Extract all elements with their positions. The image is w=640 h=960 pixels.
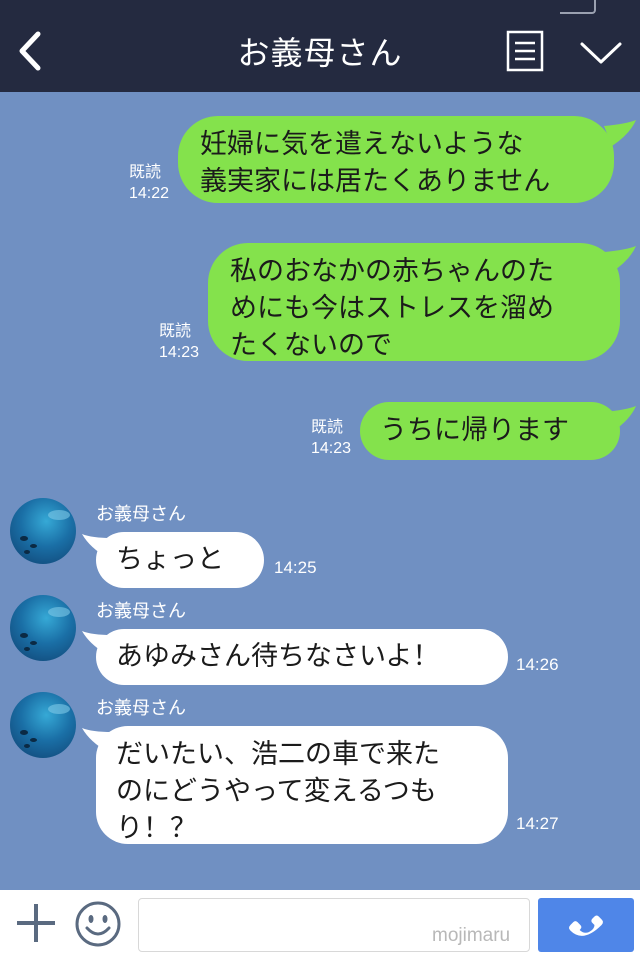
message-status: 既読 14:22 (129, 162, 169, 204)
message-time: 14:22 (129, 185, 170, 202)
sender-name: お義母さん (96, 504, 186, 525)
incoming-message-bubble[interactable]: ちょっと (96, 532, 264, 588)
message-text-line: 私のおなかの赤ちゃんのた (230, 256, 554, 287)
message-text-line: 妊婦に気を遣えないような (200, 129, 524, 160)
watermark: mojimaru (432, 925, 511, 946)
read-receipt: 既読 (129, 164, 162, 181)
message-status: 既読 14:23 (159, 321, 199, 363)
chevron-down-icon (580, 42, 622, 64)
message-time: 14:23 (311, 440, 352, 457)
bubble-tail (604, 246, 636, 272)
outgoing-message-bubble[interactable]: うちに帰ります (360, 402, 620, 460)
message-time: 14:23 (159, 344, 200, 361)
avatar[interactable] (10, 692, 76, 758)
message-text-line: だいたい、浩二の車で来た (116, 739, 440, 770)
message-time: 14:27 (516, 814, 559, 833)
collapse-button[interactable] (578, 38, 624, 68)
message-text-line: のにどうやって変えるつも (116, 776, 437, 807)
read-receipt: 既読 (311, 419, 344, 436)
incoming-message-bubble[interactable]: だいたい、浩二の車で来た のにどうやって変えるつも り！？ (96, 726, 508, 844)
outgoing-message-bubble[interactable]: 妊婦に気を遣えないような 義実家には居たくありません (178, 116, 614, 203)
read-receipt: 既読 (159, 323, 192, 340)
bubble-tail (604, 120, 636, 146)
message-status: 既読 14:23 (311, 417, 351, 459)
outgoing-message-bubble[interactable]: 私のおなかの赤ちゃんのた めにも今はストレスを溜め たくないので (208, 243, 620, 361)
call-button[interactable] (538, 898, 634, 952)
chat-header: お義母さん (0, 0, 640, 92)
message-text-line: ちょっと (116, 544, 224, 575)
incoming-message-bubble[interactable]: あゆみさん待ちなさいよ！ (96, 629, 508, 685)
plus-icon (17, 904, 55, 942)
phone-icon (569, 915, 603, 936)
message-list[interactable]: 既読 14:22 妊婦に気を遣えないような 義実家には居たくありません 既読 1… (0, 92, 640, 890)
message-text-line: 義実家には居たくありません (200, 166, 551, 197)
message-text-line: り！？ (116, 813, 197, 844)
status-bar-fragment (560, 0, 596, 14)
message-time: 14:26 (516, 655, 559, 674)
message-text-line: あゆみさん待ちなさいよ！ (116, 641, 440, 672)
bubble-tail (604, 406, 636, 432)
message-time: 14:25 (274, 558, 317, 577)
message-text-line: うちに帰ります (380, 415, 569, 446)
smiley-icon (75, 901, 121, 947)
add-button[interactable] (16, 902, 56, 944)
avatar[interactable] (10, 595, 76, 661)
emoji-button[interactable] (74, 900, 122, 948)
message-text-line: たくないので (230, 330, 392, 361)
sender-name: お義母さん (96, 601, 186, 622)
sender-name: お義母さん (96, 698, 186, 719)
list-menu-icon (506, 30, 544, 72)
message-text-line: めにも今はストレスを溜め (230, 293, 554, 324)
chat-title: お義母さん (237, 34, 403, 72)
avatar[interactable] (10, 498, 76, 564)
menu-button[interactable] (506, 30, 544, 72)
